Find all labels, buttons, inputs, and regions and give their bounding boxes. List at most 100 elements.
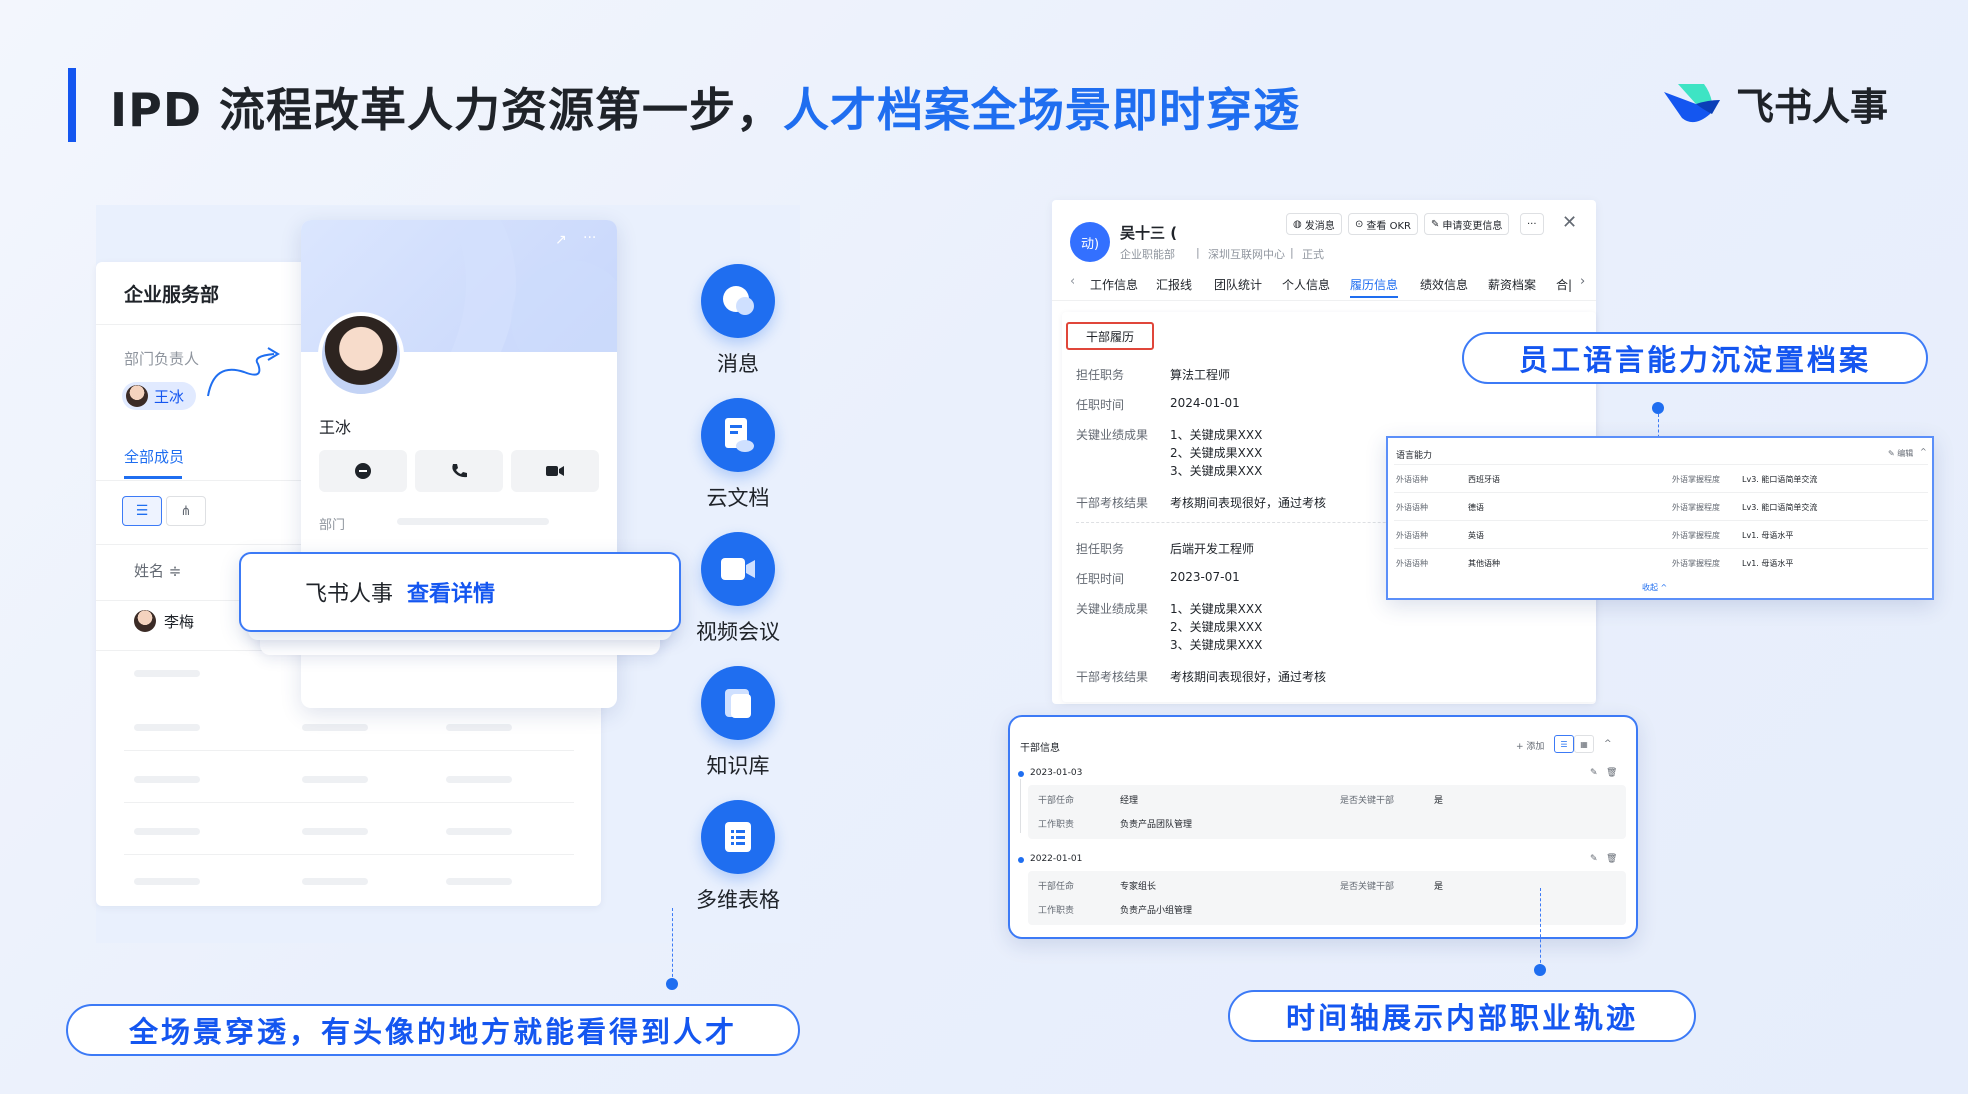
collapse-button[interactable]: 收起 ^ [1642, 582, 1667, 593]
timeline-date: 2022-01-01 [1030, 854, 1083, 864]
share-icon[interactable]: ↗ [555, 232, 567, 248]
app-message[interactable]: 消息 [693, 264, 783, 378]
app-label: 多维表格 [696, 888, 780, 912]
chevron-left-icon[interactable]: ‹ [1070, 274, 1075, 289]
lang-type-label: 外语语种 [1396, 503, 1428, 512]
dept-label: 部门 [319, 518, 346, 533]
duty-label: 工作职责 [1038, 820, 1075, 830]
duty-value: 负责产品团队管理 [1120, 820, 1193, 830]
divider [1052, 300, 1596, 301]
page-title: IPD 流程改革人力资源第一步，人才档案全场景即时穿透 [110, 74, 1300, 140]
divider [1394, 548, 1928, 549]
timeline-line [1020, 779, 1021, 833]
divider [124, 802, 574, 803]
connector-dot [1652, 402, 1664, 414]
app-knowledge-base[interactable]: 知识库 [693, 666, 783, 780]
divider [124, 750, 574, 751]
timeline-node [1018, 771, 1024, 777]
connector-dot [1534, 964, 1546, 976]
phone-icon [452, 464, 467, 478]
employee-org: 企业职能部 [1120, 248, 1175, 261]
timeline-date: 2023-01-03 [1030, 768, 1083, 778]
placeholder-line [134, 724, 200, 731]
timeline-view-toggle[interactable]: ☰ [1554, 735, 1574, 753]
placeholder-line [134, 828, 200, 835]
chevron-right-icon[interactable]: › [1580, 274, 1585, 289]
tab-underline [1350, 296, 1398, 298]
more-button[interactable]: ··· [1520, 213, 1544, 235]
connector-line [1540, 888, 1541, 968]
app-video-meeting[interactable]: 视频会议 [693, 532, 783, 646]
profile-avatar [318, 312, 404, 398]
send-message-button[interactable]: ◍ 发消息 [1286, 213, 1342, 235]
list-view-toggle[interactable]: ☰ [122, 496, 162, 526]
chevron-up-icon[interactable]: ^ [1920, 447, 1927, 456]
delete-icon[interactable]: 🗑 [1606, 768, 1617, 778]
dept-head-chip[interactable]: 王冰 [122, 382, 197, 410]
tab-report-line[interactable]: 汇报线 [1156, 276, 1192, 293]
divider [1394, 492, 1928, 493]
knowledge-base-icon [701, 666, 775, 740]
key-cadre-label: 是否关键干部 [1340, 796, 1395, 806]
lang-value: 其他语种 [1468, 559, 1500, 568]
perf-value: 1、关键成果XXX [1170, 428, 1263, 442]
edit-button[interactable]: ✎ 编辑 [1888, 448, 1913, 459]
brand-name: 飞书人事 [1736, 85, 1889, 129]
position-value: 算法工程师 [1170, 368, 1231, 382]
feishu-hr-popover[interactable]: 飞书人事 查看详情 [239, 552, 681, 632]
button-label: 申请变更信息 [1442, 220, 1503, 232]
message-button[interactable] [319, 450, 407, 492]
table-row[interactable]: 李梅 [134, 610, 194, 632]
message-icon: ◍ [1293, 218, 1302, 230]
divider [124, 854, 574, 855]
delete-icon[interactable]: 🗑 [1606, 854, 1617, 864]
role-value: 专家组长 [1120, 882, 1157, 892]
app-multidim-table[interactable]: 多维表格 [693, 800, 783, 914]
profile-name: 王冰 [319, 418, 352, 437]
view-okr-button[interactable]: ⊙ 查看 OKR [1348, 213, 1418, 235]
employee-name: 吴十三 ( [1120, 224, 1178, 242]
lang-level-label: 外语掌握程度 [1672, 559, 1720, 568]
tab-work-info[interactable]: 工作信息 [1090, 276, 1138, 293]
tab-salary[interactable]: 薪资档案 [1488, 276, 1536, 293]
table-view-toggle[interactable]: ▦ [1574, 735, 1594, 753]
employee-avatar: 动) [1070, 222, 1110, 262]
timeline-node [1018, 857, 1024, 863]
lang-level: Lv3. 能口语简单交流 [1742, 503, 1818, 512]
request-change-button[interactable]: ✎ 申请变更信息 [1424, 213, 1510, 235]
view-details-link[interactable]: 查看详情 [407, 576, 495, 608]
tab-personal-info[interactable]: 个人信息 [1282, 276, 1330, 293]
edit-icon[interactable]: ✎ [1590, 768, 1598, 778]
duty-label: 工作职责 [1038, 906, 1075, 916]
perf-label: 关键业绩成果 [1076, 428, 1149, 442]
chat-bubble-icon [701, 264, 775, 338]
tab-team-stats[interactable]: 团队统计 [1214, 276, 1262, 293]
tab-all-members[interactable]: 全部成员 [124, 446, 184, 467]
org-chart-toggle[interactable]: ⋔ [166, 496, 206, 526]
key-cadre-value: 是 [1434, 796, 1444, 806]
edit-icon[interactable]: ✎ [1590, 854, 1598, 864]
add-button[interactable]: + 添加 [1516, 739, 1544, 752]
language-ability-card: 语言能力 ✎ 编辑 ^ 外语语种 西班牙语 外语掌握程度 Lv3. 能口语简单交… [1386, 436, 1934, 600]
lang-level: Lv1. 母语水平 [1742, 559, 1794, 568]
placeholder-line [302, 878, 368, 885]
tab-performance[interactable]: 绩效信息 [1420, 276, 1468, 293]
brand-logo: 飞书人事 [1660, 76, 1888, 131]
app-cloud-doc[interactable]: 云文档 [693, 398, 783, 512]
connector-line [672, 908, 673, 982]
perf-value: 2、关键成果XXX [1170, 620, 1263, 634]
phone-button[interactable] [415, 450, 503, 492]
divider: | [1196, 246, 1200, 259]
close-icon[interactable]: ✕ [1562, 212, 1577, 233]
video-button[interactable] [511, 450, 599, 492]
tab-contract[interactable]: 合| [1556, 276, 1572, 293]
popover-brand: 飞书人事 [305, 582, 394, 607]
more-icon[interactable]: ··· [583, 230, 596, 246]
tab-underline [124, 476, 182, 479]
chevron-up-icon[interactable]: ^ [1604, 739, 1612, 749]
cadre-timeline-card: 干部信息 + 添加 ☰ ▦ ^ 2023-01-03 ✎ 🗑 干部任命 经理 是… [1008, 715, 1638, 939]
placeholder-line [397, 518, 549, 525]
tab-resume-info[interactable]: 履历信息 [1350, 276, 1398, 293]
column-name[interactable]: 姓名 ≑ [134, 560, 181, 581]
dept-head-label: 部门负责人 [124, 350, 200, 368]
